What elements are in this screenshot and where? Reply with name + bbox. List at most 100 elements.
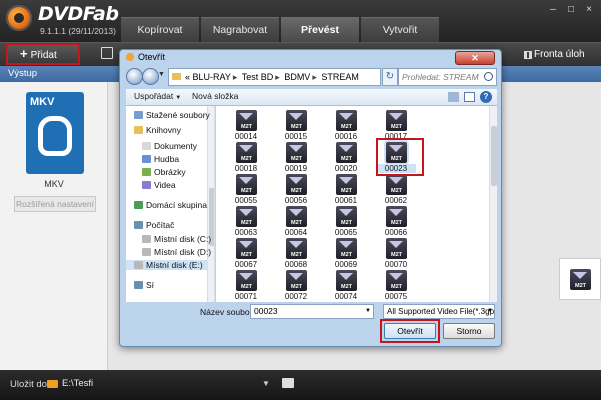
file-item[interactable]: M2T 00072: [276, 270, 316, 302]
m2t-file-icon: M2T: [286, 174, 307, 195]
advanced-settings-button[interactable]: Rozšířená nastavení: [14, 196, 96, 212]
file-type-select[interactable]: All Supported Video File(*.3gp *: [383, 304, 495, 319]
m2t-file-icon: M2T: [236, 174, 257, 195]
m2t-file-icon: M2T: [386, 238, 407, 259]
nav-item[interactable]: Místní disk (C:): [142, 234, 211, 244]
add-button[interactable]: + Přidat: [6, 43, 80, 65]
file-item[interactable]: M2T 00063: [226, 206, 266, 240]
breadcrumb-item[interactable]: BDMV: [284, 72, 310, 82]
close-icon[interactable]: ×: [583, 4, 595, 16]
file-name: 00061: [334, 196, 358, 205]
add-button-label: Přidat: [30, 50, 57, 61]
forward-icon[interactable]: [142, 68, 159, 85]
files-scrollbar[interactable]: [489, 106, 497, 302]
queue-button[interactable]: Fronta úloh: [520, 45, 600, 65]
m2t-file-icon: M2T: [386, 206, 407, 227]
file-item[interactable]: M2T 00071: [226, 270, 266, 302]
file-name: 00070: [384, 260, 408, 269]
browse-folder-icon[interactable]: [282, 378, 294, 388]
nav-item[interactable]: Místní disk (E:): [126, 260, 208, 270]
file-item[interactable]: M2T 00055: [226, 174, 266, 208]
bottom-bar: Uložit do: E:\Tesfi ▼: [0, 370, 601, 400]
file-item[interactable]: M2T 00075: [376, 270, 416, 302]
view-options-icon[interactable]: [448, 92, 459, 102]
plus-icon: +: [20, 46, 28, 61]
file-name: 00019: [284, 164, 308, 173]
file-item[interactable]: M2T 00065: [326, 206, 366, 240]
file-item[interactable]: M2T 00018: [226, 142, 266, 176]
cancel-button[interactable]: Storno: [443, 323, 495, 339]
nav-item[interactable]: Místní disk (D:): [142, 247, 211, 257]
breadcrumb-item[interactable]: Test BD: [242, 72, 274, 82]
m2t-file-icon: M2T: [336, 174, 357, 195]
brand-name: DVDFab: [38, 3, 119, 25]
nav-scrollbar[interactable]: [207, 106, 214, 302]
file-item[interactable]: M2T 00015: [276, 110, 316, 144]
file-name: 00072: [284, 292, 308, 301]
back-icon[interactable]: [126, 68, 143, 85]
file-item[interactable]: M2T 00064: [276, 206, 316, 240]
preview-pane-icon[interactable]: [464, 92, 475, 102]
nav-item[interactable]: Knihovny: [134, 125, 181, 135]
tab-nagrabovat[interactable]: Nagrabovat: [201, 17, 279, 42]
nav-item[interactable]: Počítač: [134, 220, 174, 230]
tab-kopirovat[interactable]: Kopírovat: [121, 17, 199, 42]
search-input[interactable]: Prohledat: STREAM: [398, 68, 497, 86]
chevron-down-icon[interactable]: ▼: [262, 376, 270, 392]
organize-menu[interactable]: Uspořádat ▼: [134, 91, 181, 101]
help-icon[interactable]: ?: [480, 91, 492, 103]
file-name: 00067: [234, 260, 258, 269]
selected-file-highlight: [376, 138, 424, 176]
nav-item[interactable]: Stažené soubory: [134, 110, 210, 120]
breadcrumb[interactable]: « BLU-RAY▸ Test BD▸ BDMV▸ STREAM ▼: [168, 68, 381, 86]
nav-item[interactable]: Obrázky: [142, 167, 186, 177]
m2t-file-icon: M2T: [386, 270, 407, 291]
file-item[interactable]: M2T 00020: [326, 142, 366, 176]
chevron-down-icon[interactable]: ▼: [487, 308, 493, 314]
dialog-close-button[interactable]: ✕: [455, 51, 495, 65]
m2t-file-icon: M2T: [386, 110, 407, 131]
nav-item[interactable]: Domácí skupina: [134, 200, 207, 210]
breadcrumb-item[interactable]: BLU-RAY: [193, 72, 231, 82]
file-name: 00056: [284, 196, 308, 205]
breadcrumb-item[interactable]: STREAM: [321, 72, 359, 82]
file-item[interactable]: M2T 00067: [226, 238, 266, 272]
file-item[interactable]: M2T 00066: [376, 206, 416, 240]
tab-prevest[interactable]: Převést: [281, 17, 359, 42]
nav-item[interactable]: Hudba: [142, 154, 179, 164]
maximize-icon[interactable]: □: [565, 4, 577, 16]
history-chevron-icon[interactable]: ▼: [158, 71, 165, 78]
edit-icon[interactable]: [101, 47, 113, 59]
tab-vytvorit[interactable]: Vytvořit: [361, 17, 439, 42]
command-bar: Uspořádat ▼ Nová složka ?: [126, 89, 497, 106]
file-item[interactable]: M2T 00070: [376, 238, 416, 272]
m2t-file-icon: M2T: [570, 269, 591, 290]
file-name: 00068: [284, 260, 308, 269]
folder-icon: [47, 380, 58, 388]
app-version: 9.1.1.1 (29/11/2013): [40, 26, 116, 36]
refresh-icon[interactable]: ↻: [382, 68, 398, 86]
nav-item[interactable]: Videa: [142, 180, 176, 190]
file-item[interactable]: M2T 00069: [326, 238, 366, 272]
new-folder-button[interactable]: Nová složka: [192, 91, 238, 101]
file-item[interactable]: M2T 00068: [276, 238, 316, 272]
minimize-icon[interactable]: –: [547, 4, 559, 16]
files-scroll-thumb[interactable]: [491, 126, 497, 186]
file-item[interactable]: M2T 00056: [276, 174, 316, 208]
output-path[interactable]: E:\Tesfi: [60, 376, 274, 392]
file-name: 00018: [234, 164, 258, 173]
filename-input[interactable]: 00023: [250, 304, 374, 319]
nav-item[interactable]: Dokumenty: [142, 141, 197, 151]
file-item[interactable]: M2T 00019: [276, 142, 316, 176]
file-item[interactable]: M2T 00014: [226, 110, 266, 144]
file-item[interactable]: M2T 00061: [326, 174, 366, 208]
file-item[interactable]: M2T 00062: [376, 174, 416, 208]
nav-item[interactable]: Sí: [134, 280, 154, 290]
file-name: 00074: [334, 292, 358, 301]
m2t-file-icon: M2T: [286, 238, 307, 259]
chevron-down-icon[interactable]: ▼: [365, 308, 371, 314]
profile-tile[interactable]: MKV: [26, 92, 84, 174]
m2t-file-icon: M2T: [336, 206, 357, 227]
file-item[interactable]: M2T 00016: [326, 110, 366, 144]
file-item[interactable]: M2T 00074: [326, 270, 366, 302]
